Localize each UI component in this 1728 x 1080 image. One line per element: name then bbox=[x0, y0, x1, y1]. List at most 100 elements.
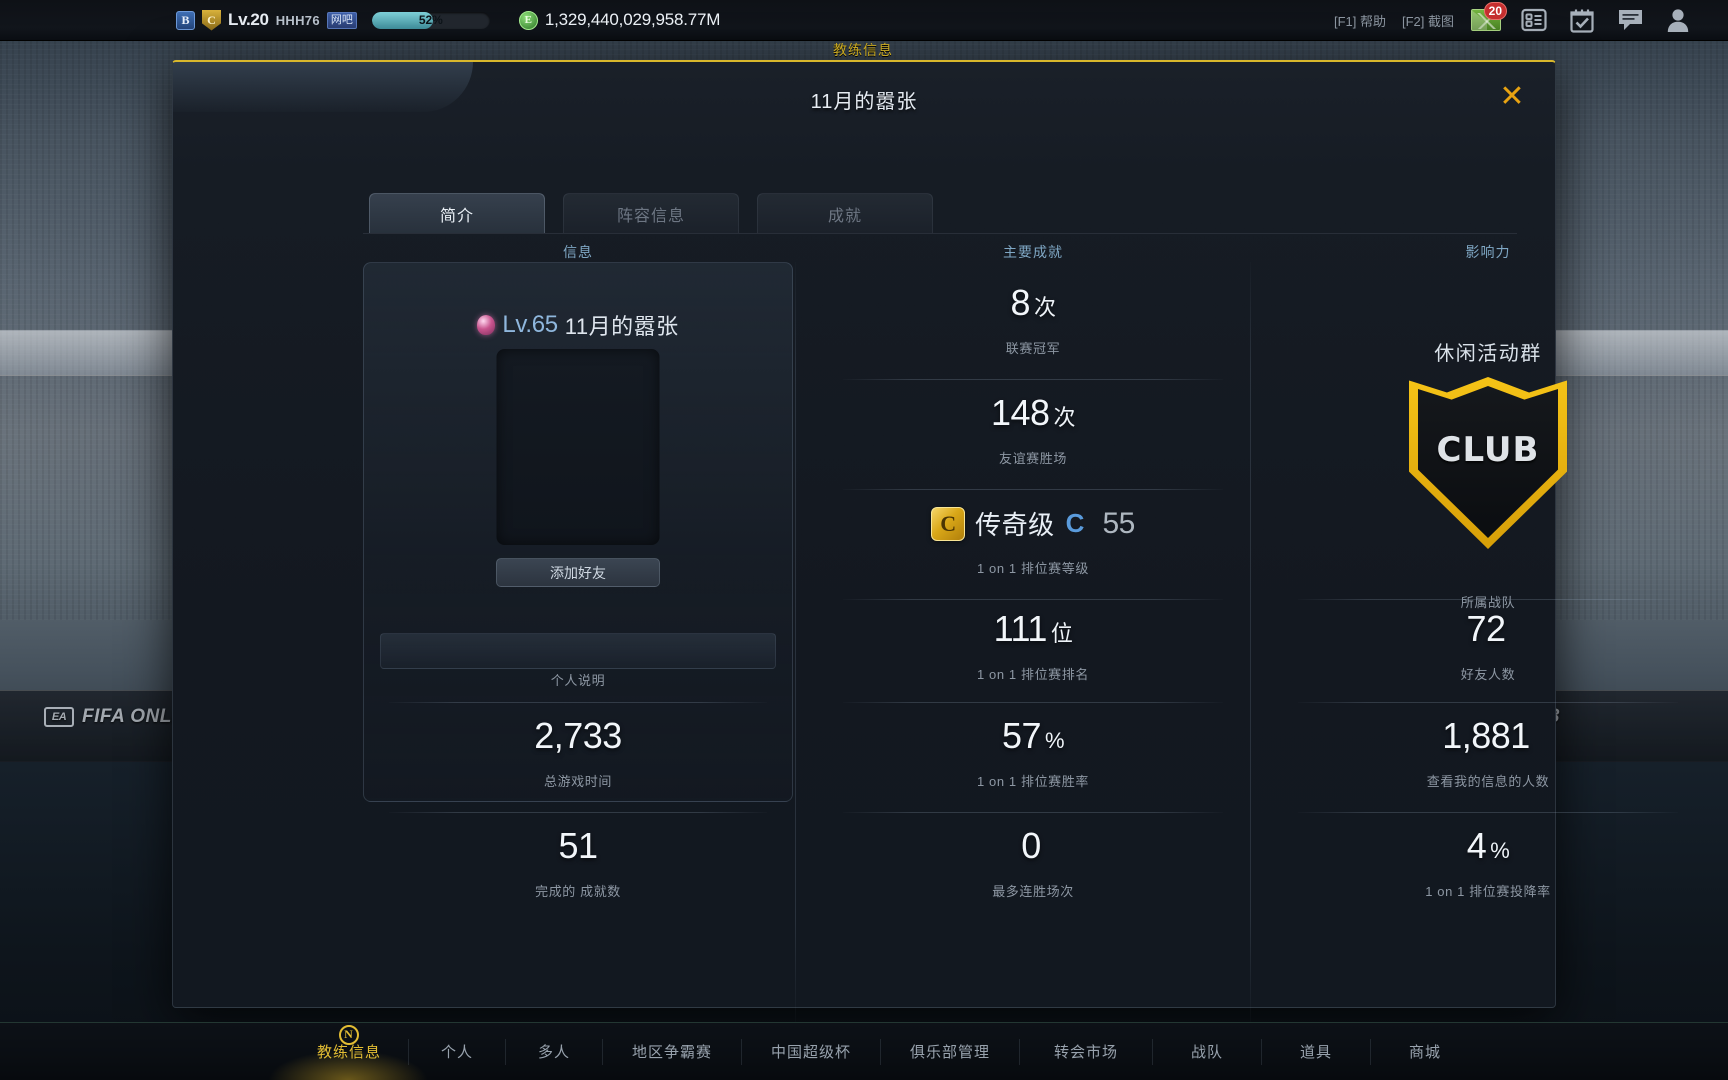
coin-icon: E bbox=[518, 10, 538, 30]
screenshot-key-label[interactable]: [F2] 截图 bbox=[1402, 11, 1454, 30]
divider bbox=[843, 599, 1223, 600]
stat-surrender-rate: 4% 1 on 1 排位赛投降率 bbox=[1273, 827, 1703, 900]
nav-label: 俱乐部管理 bbox=[909, 1044, 990, 1061]
player-info-modal: 教练信息 11月的嚣张 ✕ 简介 阵容信息 成就 信息 主要成就 影响力 Lv.… bbox=[172, 42, 1678, 1024]
tab-squad-info[interactable]: 阵容信息 bbox=[563, 193, 739, 233]
club-name: 休闲活动群 bbox=[1434, 343, 1542, 365]
stat-total-playtime: 2,733 总游戏时间 bbox=[363, 717, 793, 790]
chat-button[interactable] bbox=[1614, 5, 1646, 35]
profile-name-row: Lv.65 11月的嚣张 bbox=[364, 309, 792, 341]
tab-underline bbox=[363, 233, 1517, 234]
divider bbox=[1298, 702, 1678, 703]
stat-value: 0 bbox=[818, 827, 1248, 865]
stat-unit: 次 bbox=[1053, 405, 1076, 430]
divider bbox=[843, 812, 1223, 813]
nav-label: 个人 bbox=[440, 1044, 473, 1061]
hud-player-info: B C Lv.20 HHH76 网吧 52% E 1,329,440,029,9… bbox=[176, 9, 720, 31]
nav-label: 道具 bbox=[1299, 1044, 1332, 1061]
list-icon bbox=[1521, 8, 1547, 32]
stat-label: 个人说明 bbox=[550, 673, 606, 688]
stat-label: 查看我的信息的人数 bbox=[1426, 773, 1550, 789]
modal-tab-bar: 简介 阵容信息 成就 bbox=[369, 193, 933, 233]
b-badge-icon: B bbox=[176, 10, 195, 30]
quest-list-button[interactable] bbox=[1518, 5, 1550, 35]
tab-achievements[interactable]: 成就 bbox=[757, 193, 933, 233]
stat-ranked-winrate: 57% 1 on 1 排位赛胜率 bbox=[818, 717, 1248, 790]
stat-unit: 位 bbox=[1050, 621, 1073, 646]
mail-button[interactable]: 20 bbox=[1470, 2, 1507, 35]
nav-item-single[interactable]: 个人 bbox=[409, 1023, 505, 1080]
stat-value: 57% bbox=[818, 717, 1248, 755]
tab-intro[interactable]: 简介 bbox=[369, 193, 545, 233]
nav-item-transfer-market[interactable]: 转会市场 bbox=[1020, 1023, 1152, 1080]
rank-tier-number: 55 bbox=[1102, 506, 1135, 540]
stat-friendly-wins: 148 次 友谊赛胜场 bbox=[818, 394, 1248, 467]
nav-item-club-management[interactable]: 俱乐部管理 bbox=[881, 1023, 1019, 1080]
profile-button[interactable] bbox=[1662, 5, 1694, 35]
calendar-check-icon bbox=[1570, 9, 1594, 33]
divider bbox=[389, 702, 767, 703]
rank-tier-name: 传奇级 bbox=[975, 510, 1055, 540]
hud-exp-text: 52% bbox=[418, 13, 443, 27]
avatar bbox=[496, 349, 660, 545]
hud-level: Lv.20 bbox=[228, 10, 269, 29]
divider bbox=[389, 812, 767, 813]
stat-number: 0 bbox=[1021, 825, 1041, 866]
stat-label: 1 on 1 排位赛等级 bbox=[977, 561, 1089, 576]
stat-value: 111 位 bbox=[818, 610, 1248, 648]
nav-item-multi[interactable]: 多人 bbox=[506, 1023, 602, 1080]
hud-right-controls: [F1] 帮助 [F2] 截图 20 bbox=[1334, 2, 1694, 35]
column-divider-1 bbox=[795, 262, 796, 1024]
rank-gem-icon bbox=[477, 315, 496, 335]
attendance-button[interactable] bbox=[1566, 5, 1598, 35]
stat-league-titles: 8次 联赛冠军 bbox=[818, 284, 1248, 357]
nav-item-regional-cup[interactable]: 地区争霸赛 bbox=[603, 1023, 741, 1080]
stat-label: 1 on 1 排位赛排名 bbox=[977, 666, 1089, 682]
add-friend-button[interactable]: 添加好友 bbox=[496, 558, 660, 587]
nav-item-coach-info[interactable]: N 教练信息 bbox=[290, 1023, 408, 1080]
game-screen: EA FIFA ONLINE 3 EA FIFA ONLINE 3 B C Lv… bbox=[0, 0, 1728, 1080]
stat-ranked-rank: 111 位 1 on 1 排位赛排名 bbox=[818, 610, 1248, 683]
divider bbox=[1298, 812, 1678, 813]
stat-label: 友谊赛胜场 bbox=[998, 450, 1067, 466]
nav-item-shop[interactable]: 商城 bbox=[1371, 1023, 1479, 1080]
stat-number: 72 bbox=[1466, 608, 1506, 649]
divider bbox=[1298, 599, 1678, 600]
crest-text: CLUB bbox=[1436, 430, 1540, 470]
stat-longest-winstreak: 0 最多连胜场次 bbox=[818, 827, 1248, 900]
hud-exp-bar[interactable]: 52% bbox=[371, 11, 490, 29]
stat-label: 总游戏时间 bbox=[543, 773, 612, 789]
personal-intro-field[interactable] bbox=[380, 633, 776, 669]
stat-achievements-done: 51 完成的 成就数 bbox=[363, 827, 793, 900]
column-header-info: 信息 bbox=[563, 244, 593, 260]
stat-value: 148 次 bbox=[818, 394, 1248, 432]
nav-item-china-supercup[interactable]: 中国超级杯 bbox=[742, 1023, 880, 1080]
nav-item-items[interactable]: 道具 bbox=[1262, 1023, 1370, 1080]
stat-label: 1 on 1 排位赛胜率 bbox=[977, 773, 1089, 789]
club-crest: CLUB bbox=[1273, 377, 1703, 549]
divider bbox=[843, 489, 1223, 490]
mail-unread-badge: 20 bbox=[1483, 2, 1507, 20]
nav-item-squad[interactable]: 战队 bbox=[1153, 1023, 1261, 1080]
chat-icon bbox=[1618, 10, 1642, 30]
stat-friend-count: 72 好友人数 bbox=[1273, 610, 1703, 683]
stat-ranked-tier: C 传奇级 C 55 1 on 1 排位赛等级 bbox=[818, 505, 1248, 577]
stat-number: 8 bbox=[1010, 282, 1030, 323]
stat-value: 4% bbox=[1273, 827, 1703, 865]
rank-tier-letter: C bbox=[1065, 508, 1085, 538]
nav-label: 多人 bbox=[537, 1044, 570, 1061]
close-icon[interactable]: ✕ bbox=[1495, 80, 1529, 114]
nav-label: 转会市场 bbox=[1053, 1044, 1118, 1061]
top-hud-bar: B C Lv.20 HHH76 网吧 52% E 1,329,440,029,9… bbox=[0, 0, 1728, 41]
rank-tier-icon: C bbox=[931, 506, 966, 541]
stat-profile-views: 1,881 查看我的信息的人数 bbox=[1273, 717, 1703, 790]
stat-number: 1,881 bbox=[1442, 715, 1530, 756]
profile-nickname: 11月的嚣张 bbox=[564, 314, 679, 339]
stat-number: 148 bbox=[990, 392, 1050, 433]
stat-number: 4 bbox=[1466, 825, 1487, 866]
profile-level: Lv.65 bbox=[502, 311, 558, 338]
c-shield-icon: C bbox=[202, 9, 221, 31]
help-key-label[interactable]: [F1] 帮助 bbox=[1334, 11, 1386, 30]
user-icon bbox=[1667, 8, 1689, 32]
stat-value: 51 bbox=[558, 825, 598, 866]
